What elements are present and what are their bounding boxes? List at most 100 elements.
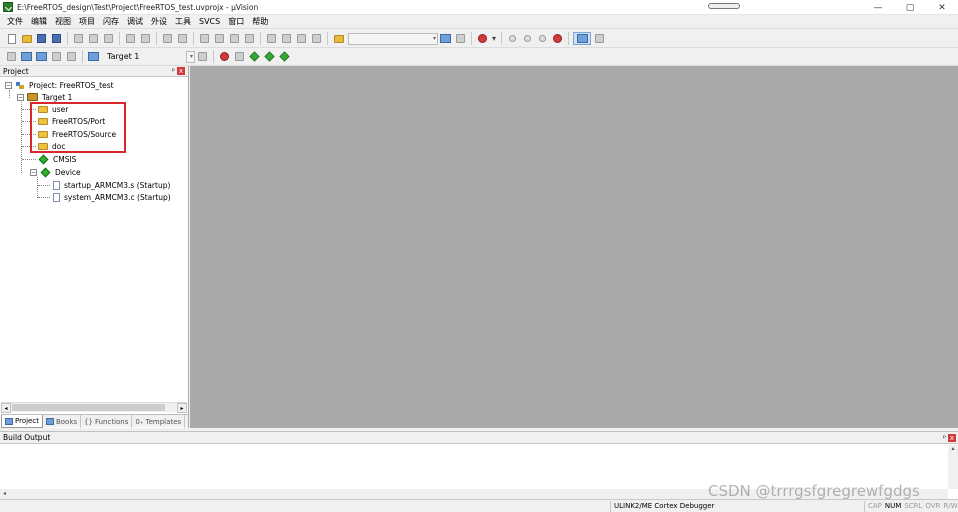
incremental-find-button[interactable] [454, 32, 467, 45]
minimize-button[interactable]: — [862, 0, 894, 15]
save-button[interactable] [35, 32, 48, 45]
find-combo[interactable]: ▾ [348, 32, 438, 45]
scroll-left-icon[interactable]: ◂ [1, 403, 11, 413]
pin-icon[interactable]: ᵖ [172, 67, 175, 75]
tab-books[interactable]: Books [43, 415, 82, 428]
copy-button[interactable] [87, 32, 100, 45]
target-select[interactable]: Target 1 [104, 51, 186, 63]
pack-installer-button[interactable] [263, 50, 276, 63]
unindent-icon [282, 34, 291, 43]
breakpoint-kill-all-button[interactable] [551, 32, 564, 45]
window-layout-button[interactable] [573, 32, 591, 45]
toolbar-separator [568, 32, 569, 45]
scroll-right-icon[interactable]: ▸ [177, 403, 187, 413]
rebuild-button[interactable] [35, 50, 48, 63]
uncomment-button[interactable] [310, 32, 323, 45]
close-icon[interactable]: x [177, 67, 185, 75]
open-file-button[interactable] [20, 32, 33, 45]
run-button[interactable] [278, 50, 291, 63]
redo-button[interactable] [139, 32, 152, 45]
tree-item-file[interactable]: system_ARMCM3.c (Startup) [53, 191, 171, 203]
navigate-forward-button[interactable] [176, 32, 189, 45]
menu-file[interactable]: 文件 [3, 15, 27, 29]
tab-project[interactable]: Project [1, 415, 43, 428]
build-output-vertical-scrollbar[interactable]: ▴ [948, 445, 958, 489]
translate-button[interactable] [5, 50, 18, 63]
num-lock-indicator: NUM [884, 502, 902, 510]
menu-view[interactable]: 视图 [51, 15, 75, 29]
tab-functions[interactable]: {} Functions [81, 415, 133, 428]
undo-button[interactable] [124, 32, 137, 45]
bookmark-prev-icon [215, 34, 224, 43]
paste-button[interactable] [102, 32, 115, 45]
batch-build-button[interactable] [50, 50, 63, 63]
select-packs-button[interactable] [248, 50, 261, 63]
restore-button[interactable]: ▢ [894, 0, 926, 15]
cut-button[interactable] [72, 32, 85, 45]
collapse-icon[interactable]: − [5, 81, 12, 89]
menu-peripherals[interactable]: 外设 [147, 15, 171, 29]
close-icon[interactable]: x [948, 434, 956, 442]
find-button[interactable] [439, 32, 452, 45]
bookmark-clear-button[interactable] [243, 32, 256, 45]
tree-item-label: Device [55, 167, 81, 177]
indent-button[interactable] [265, 32, 278, 45]
unindent-button[interactable] [280, 32, 293, 45]
bookmark-prev-button[interactable] [213, 32, 226, 45]
project-horizontal-scrollbar[interactable]: ◂ ▸ [1, 402, 187, 413]
menu-flash[interactable]: 闪存 [99, 15, 123, 29]
collapse-icon[interactable]: − [17, 93, 24, 101]
pin-icon[interactable]: ᵖ [943, 432, 946, 444]
breakpoint-enable-button[interactable] [521, 32, 534, 45]
toolbar-separator [193, 32, 194, 45]
breakpoint-icon [509, 35, 516, 42]
tree-item-cmsis[interactable]: CMSIS [38, 153, 76, 165]
target-options-button[interactable] [196, 50, 209, 63]
translate-icon [7, 52, 16, 61]
debug-dropdown-button[interactable]: ▾ [491, 32, 497, 45]
navigate-back-button[interactable] [161, 32, 174, 45]
breakpoint-insert-button[interactable] [506, 32, 519, 45]
build-button[interactable] [20, 50, 33, 63]
window-controls: — ▢ ✕ [862, 0, 958, 15]
redo-icon [141, 34, 150, 43]
menu-project[interactable]: 项目 [75, 15, 99, 29]
menu-debug[interactable]: 调试 [123, 15, 147, 29]
bookmark-toggle-button[interactable] [198, 32, 211, 45]
batch-build-icon [52, 52, 61, 61]
tree-item-file[interactable]: startup_ARMCM3.s (Startup) [53, 179, 170, 191]
uvision-app-icon [3, 2, 13, 12]
new-file-button[interactable] [5, 32, 18, 45]
tree-item-label: Project: FreeRTOS_test [29, 80, 114, 90]
stop-build-button[interactable] [65, 50, 78, 63]
collapse-icon[interactable]: − [30, 168, 37, 176]
menu-tools[interactable]: 工具 [171, 15, 195, 29]
configure-button[interactable] [593, 32, 606, 45]
menu-help[interactable]: 帮助 [248, 15, 272, 29]
manage-rte-button[interactable] [233, 50, 246, 63]
target-dropdown[interactable]: ▾ [186, 50, 195, 63]
menu-svcs[interactable]: SVCS [195, 15, 224, 29]
file-icon [53, 180, 60, 190]
file-extensions-button[interactable] [218, 50, 231, 63]
tab-templates[interactable]: 0₊ Templates [132, 415, 186, 428]
menu-window[interactable]: 窗口 [224, 15, 248, 29]
green-diamond-icon [40, 167, 51, 177]
comment-button[interactable] [295, 32, 308, 45]
download-button[interactable] [87, 50, 100, 63]
open-folder-icon [21, 34, 32, 43]
scroll-thumb[interactable] [12, 404, 165, 411]
close-button[interactable]: ✕ [926, 0, 958, 15]
tree-item-device[interactable]: − Device [30, 166, 81, 178]
save-icon [37, 34, 46, 43]
status-bar: ULINK2/ME Cortex Debugger CAP NUM SCRL O… [0, 499, 958, 512]
bookmark-next-button[interactable] [228, 32, 241, 45]
breakpoint-disable-all-button[interactable] [536, 32, 549, 45]
debug-session-button[interactable] [476, 32, 489, 45]
find-in-files-button[interactable] [332, 32, 345, 45]
save-all-button[interactable] [50, 32, 63, 45]
tree-item-project-root[interactable]: − Project: FreeRTOS_test [5, 79, 114, 91]
menu-edit[interactable]: 编辑 [27, 15, 51, 29]
red-highlight-box [30, 102, 126, 153]
editor-area[interactable] [190, 66, 958, 428]
